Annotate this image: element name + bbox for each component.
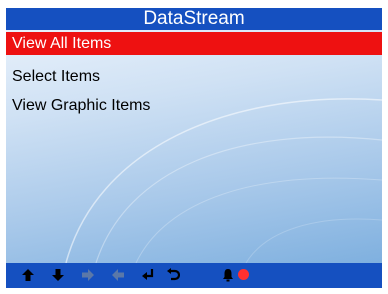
bell-icon[interactable] xyxy=(221,268,235,282)
arrow-up-icon[interactable] xyxy=(21,268,35,282)
menu-item-select-items[interactable]: Select Items xyxy=(6,65,382,88)
menu-panel: View All Items Select Items View Graphic… xyxy=(6,30,382,263)
back-icon[interactable] xyxy=(166,268,180,282)
screen: DataStream View All Items Select Items V… xyxy=(0,0,388,294)
page-title: DataStream xyxy=(6,8,382,30)
menu-item-view-graphic-items[interactable]: View Graphic Items xyxy=(6,94,382,117)
arrow-left-icon[interactable] xyxy=(111,268,125,282)
toolbar xyxy=(6,263,382,288)
arrow-down-icon[interactable] xyxy=(51,268,65,282)
menu-item-view-all-items[interactable]: View All Items xyxy=(6,32,382,55)
arrow-right-icon[interactable] xyxy=(81,268,95,282)
record-icon[interactable] xyxy=(238,269,249,280)
enter-icon[interactable] xyxy=(141,268,155,282)
